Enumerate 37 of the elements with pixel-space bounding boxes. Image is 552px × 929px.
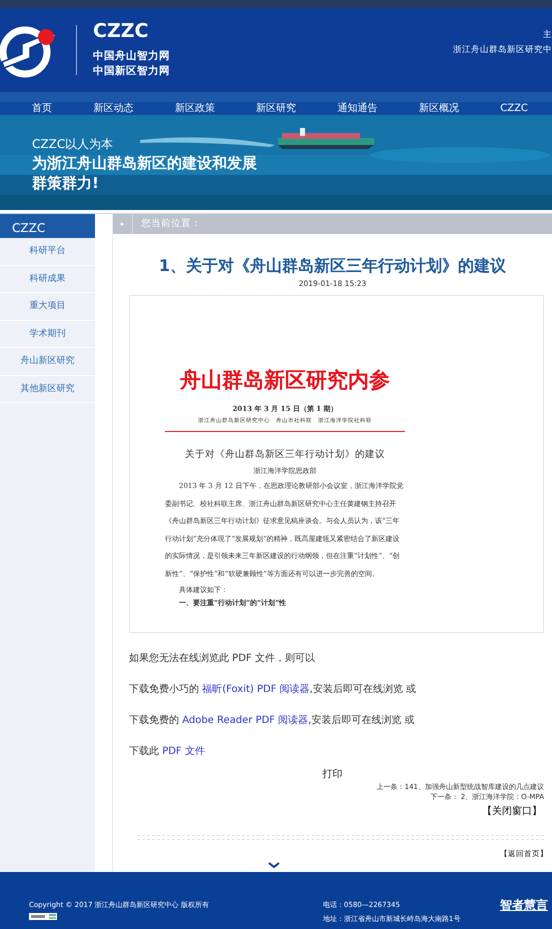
- download-link[interactable]: PDF 文件: [162, 746, 205, 758]
- nav-link[interactable]: 新区政策: [174, 102, 215, 115]
- document-masthead: 舟山群岛新区研究内参: [178, 366, 391, 394]
- banner-slogan: 群策群力!: [32, 173, 100, 194]
- header-text: 浙江舟山群岛新区研究中: [453, 44, 552, 57]
- print-link[interactable]: 打印: [322, 769, 342, 780]
- site-name: 中国新区智力网: [93, 64, 170, 78]
- document-title: 关于对《舟山群岛新区三年行动计划》的建议: [184, 448, 386, 462]
- header-text: 主: [542, 28, 552, 42]
- article-title: 1、关于对《舟山群岛新区三年行动计划》的建议: [158, 255, 508, 277]
- nav-link[interactable]: 新区概况: [418, 102, 459, 115]
- sidebar-item[interactable]: 学术期刊: [0, 320, 95, 348]
- slogan-link[interactable]: 智者慧言: [500, 898, 548, 912]
- cnzz-badge-icon[interactable]: [29, 912, 57, 920]
- banner-slogan: 为浙江舟山群岛新区的建设和发展: [32, 153, 257, 174]
- nav-link[interactable]: 新区动态: [93, 102, 134, 115]
- banner-slogan: CZZC以人为本: [32, 136, 114, 153]
- breadcrumb-label: 您当前位置：: [141, 216, 201, 231]
- nav-link[interactable]: 首页: [32, 102, 52, 115]
- sidebar-item[interactable]: 重大项目: [0, 293, 95, 320]
- site-name: 中国舟山智力网: [93, 49, 170, 64]
- close-window-link[interactable]: 【关闭窗口】: [482, 806, 542, 818]
- help-text: 如果您无法在线浏览此 PDF 文件，则可以: [129, 652, 316, 666]
- help-text: 下载免费的 Adobe Reader PDF 阅读器,安装后即可在线浏览 或: [129, 714, 416, 728]
- nav-link[interactable]: 新区研究: [256, 102, 296, 115]
- sidebar-item[interactable]: 科研成果: [0, 266, 95, 293]
- sidebar-item[interactable]: 科研平台: [0, 238, 95, 266]
- nav-link[interactable]: CZZC: [500, 102, 528, 115]
- nav-link[interactable]: 通知通告: [338, 102, 378, 115]
- sidebar-item[interactable]: 其他新区研究: [0, 376, 95, 403]
- download-link[interactable]: Adobe Reader PDF 阅读器: [182, 715, 308, 726]
- brand-name: CZZC: [93, 22, 150, 42]
- help-text: 下载此 PDF 文件: [129, 744, 206, 760]
- sidebar-title: CZZC: [0, 214, 95, 238]
- download-link[interactable]: 福昕(Foxit) PDF 阅读器: [202, 684, 310, 696]
- help-text: 下载免费小巧的 福昕(Foxit) PDF 阅读器,安装后即可在线浏览 或: [129, 682, 418, 698]
- sidebar-item[interactable]: 舟山新区研究: [0, 348, 95, 376]
